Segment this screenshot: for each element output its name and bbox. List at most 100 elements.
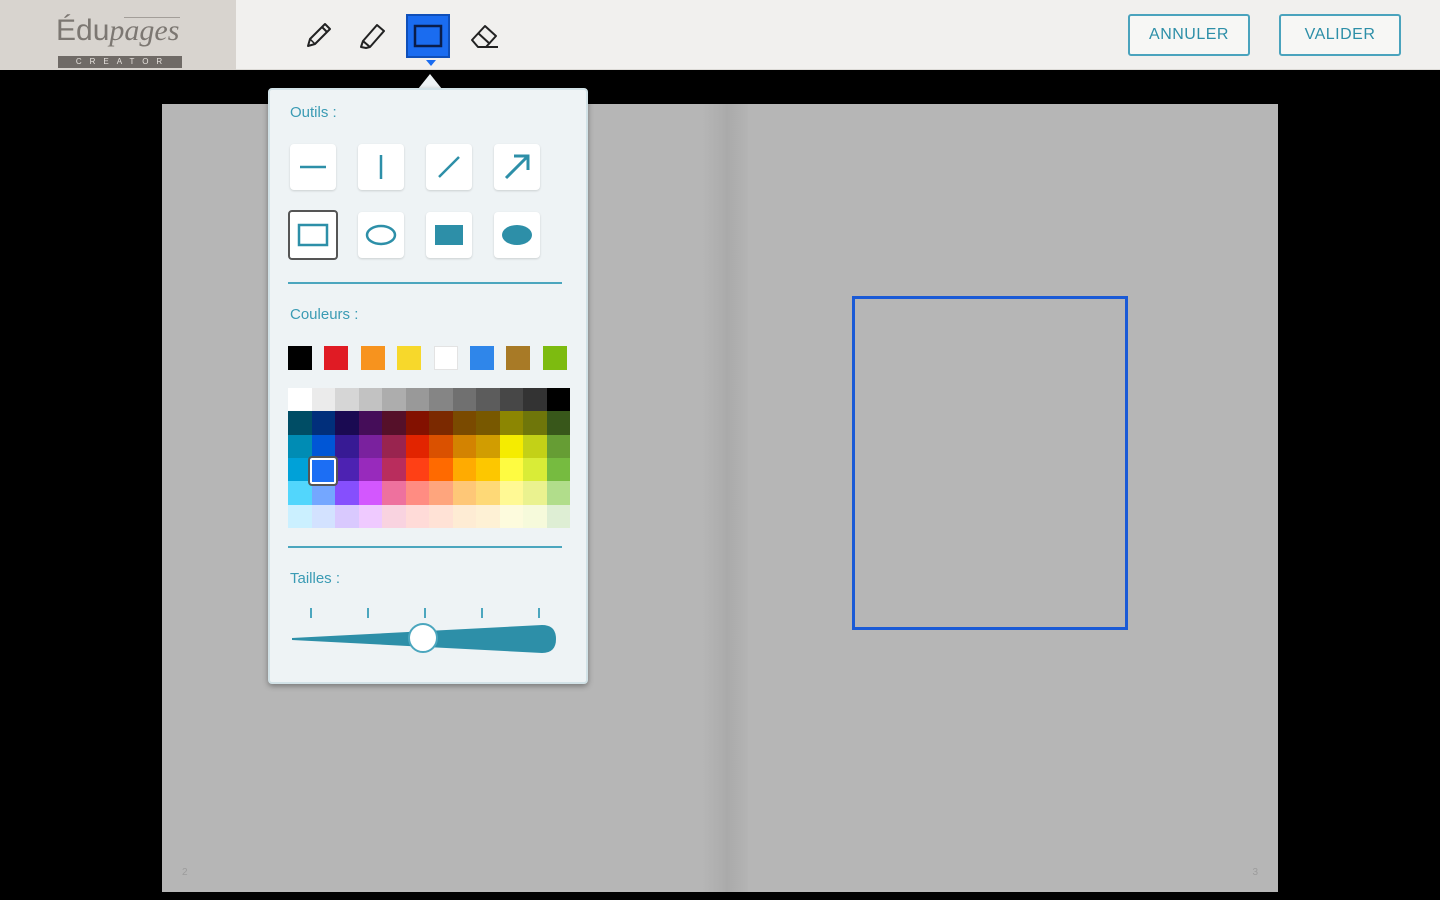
palette-cell[interactable] (382, 458, 406, 482)
palette-cell[interactable] (335, 458, 359, 482)
palette-cell[interactable] (358, 481, 382, 505)
highlighter-tool-button[interactable] (350, 14, 394, 58)
palette-cell[interactable] (405, 458, 429, 482)
palette-cell[interactable] (429, 434, 453, 458)
palette-cell[interactable] (523, 504, 547, 528)
palette-cell[interactable] (523, 458, 547, 482)
rectangle-filled-button[interactable] (426, 212, 472, 258)
palette-cell[interactable] (288, 434, 312, 458)
validate-button[interactable]: VALIDER (1279, 14, 1401, 56)
palette-cell[interactable] (476, 434, 500, 458)
rectangle-outline-button[interactable] (288, 210, 338, 260)
popup-arrow (418, 74, 442, 89)
diagonal-line-icon (438, 156, 460, 178)
vertical-line-button[interactable] (358, 144, 404, 190)
palette-cell[interactable] (499, 504, 523, 528)
palette-cell[interactable] (429, 504, 453, 528)
palette-cell[interactable] (358, 434, 382, 458)
palette-cell[interactable] (546, 481, 570, 505)
palette-cell[interactable] (311, 411, 335, 435)
palette-cell[interactable] (288, 504, 312, 528)
palette-cell[interactable] (476, 481, 500, 505)
palette-cell[interactable] (523, 388, 547, 412)
palette-cell[interactable] (452, 481, 476, 505)
palette-cell[interactable] (546, 434, 570, 458)
ellipse-filled-button[interactable] (494, 212, 540, 258)
palette-cell[interactable] (335, 434, 359, 458)
palette-cell[interactable] (523, 434, 547, 458)
palette-cell[interactable] (382, 504, 406, 528)
size-slider-knob[interactable] (408, 623, 438, 653)
logo-wordmark: Édupages (56, 14, 180, 47)
palette-cell[interactable] (358, 458, 382, 482)
palette-cell[interactable] (382, 388, 406, 412)
color-swatch[interactable] (506, 346, 531, 370)
palette-cell[interactable] (429, 458, 453, 482)
arrow-button[interactable] (494, 144, 540, 190)
palette-cell[interactable] (452, 458, 476, 482)
palette-cell[interactable] (382, 411, 406, 435)
palette-cell[interactable] (382, 481, 406, 505)
palette-cell[interactable] (405, 481, 429, 505)
palette-cell[interactable] (405, 504, 429, 528)
palette-cell[interactable] (335, 388, 359, 412)
palette-cell[interactable] (405, 434, 429, 458)
palette-cell[interactable] (311, 388, 335, 412)
ellipse-outline-button[interactable] (358, 212, 404, 258)
palette-cell[interactable] (476, 388, 500, 412)
palette-cell[interactable] (499, 388, 523, 412)
palette-cell[interactable] (452, 504, 476, 528)
palette-cell[interactable] (546, 458, 570, 482)
pencil-tool-button[interactable] (296, 14, 340, 58)
palette-cell[interactable] (288, 388, 312, 412)
color-swatch[interactable] (288, 346, 312, 370)
rectangle-icon (413, 24, 443, 48)
size-tick (310, 608, 312, 618)
diagonal-line-button[interactable] (426, 144, 472, 190)
palette-cell[interactable] (405, 411, 429, 435)
palette-cell[interactable] (429, 388, 453, 412)
palette-cell[interactable] (546, 504, 570, 528)
horizontal-line-button[interactable] (290, 144, 336, 190)
palette-cell[interactable] (311, 434, 335, 458)
cancel-button[interactable]: ANNULER (1128, 14, 1250, 56)
palette-cell[interactable] (288, 481, 312, 505)
color-swatch[interactable] (433, 346, 458, 370)
palette-cell[interactable] (358, 388, 382, 412)
palette-cell[interactable] (311, 504, 335, 528)
palette-cell[interactable] (546, 388, 570, 412)
color-swatch[interactable] (470, 346, 494, 370)
color-swatch[interactable] (397, 346, 422, 370)
palette-cell[interactable] (476, 458, 500, 482)
palette-cell[interactable] (429, 481, 453, 505)
palette-cell[interactable] (546, 411, 570, 435)
shape-options-popup: Outils : Couleurs : Tailles : (268, 88, 588, 684)
size-tick (481, 608, 483, 618)
palette-cell[interactable] (335, 481, 359, 505)
color-swatch[interactable] (324, 346, 349, 370)
palette-cell[interactable] (358, 504, 382, 528)
palette-cell[interactable] (335, 411, 359, 435)
drawn-rectangle[interactable] (852, 296, 1128, 630)
palette-cell[interactable] (499, 411, 523, 435)
palette-cell[interactable] (523, 481, 547, 505)
palette-cell[interactable] (499, 481, 523, 505)
color-swatch[interactable] (360, 346, 385, 370)
eraser-tool-button[interactable] (462, 14, 506, 58)
palette-cell[interactable] (429, 411, 453, 435)
palette-cell[interactable] (499, 434, 523, 458)
palette-cell[interactable] (523, 411, 547, 435)
palette-cell[interactable] (452, 388, 476, 412)
palette-cell[interactable] (452, 434, 476, 458)
color-swatch[interactable] (542, 346, 567, 370)
palette-cell[interactable] (476, 411, 500, 435)
palette-cell[interactable] (358, 411, 382, 435)
palette-cell[interactable] (452, 411, 476, 435)
shape-tool-button[interactable] (406, 14, 450, 58)
palette-cell[interactable] (335, 504, 359, 528)
palette-cell[interactable] (499, 458, 523, 482)
palette-cell[interactable] (476, 504, 500, 528)
palette-cell[interactable] (288, 411, 312, 435)
palette-cell[interactable] (382, 434, 406, 458)
palette-cell[interactable] (405, 388, 429, 412)
